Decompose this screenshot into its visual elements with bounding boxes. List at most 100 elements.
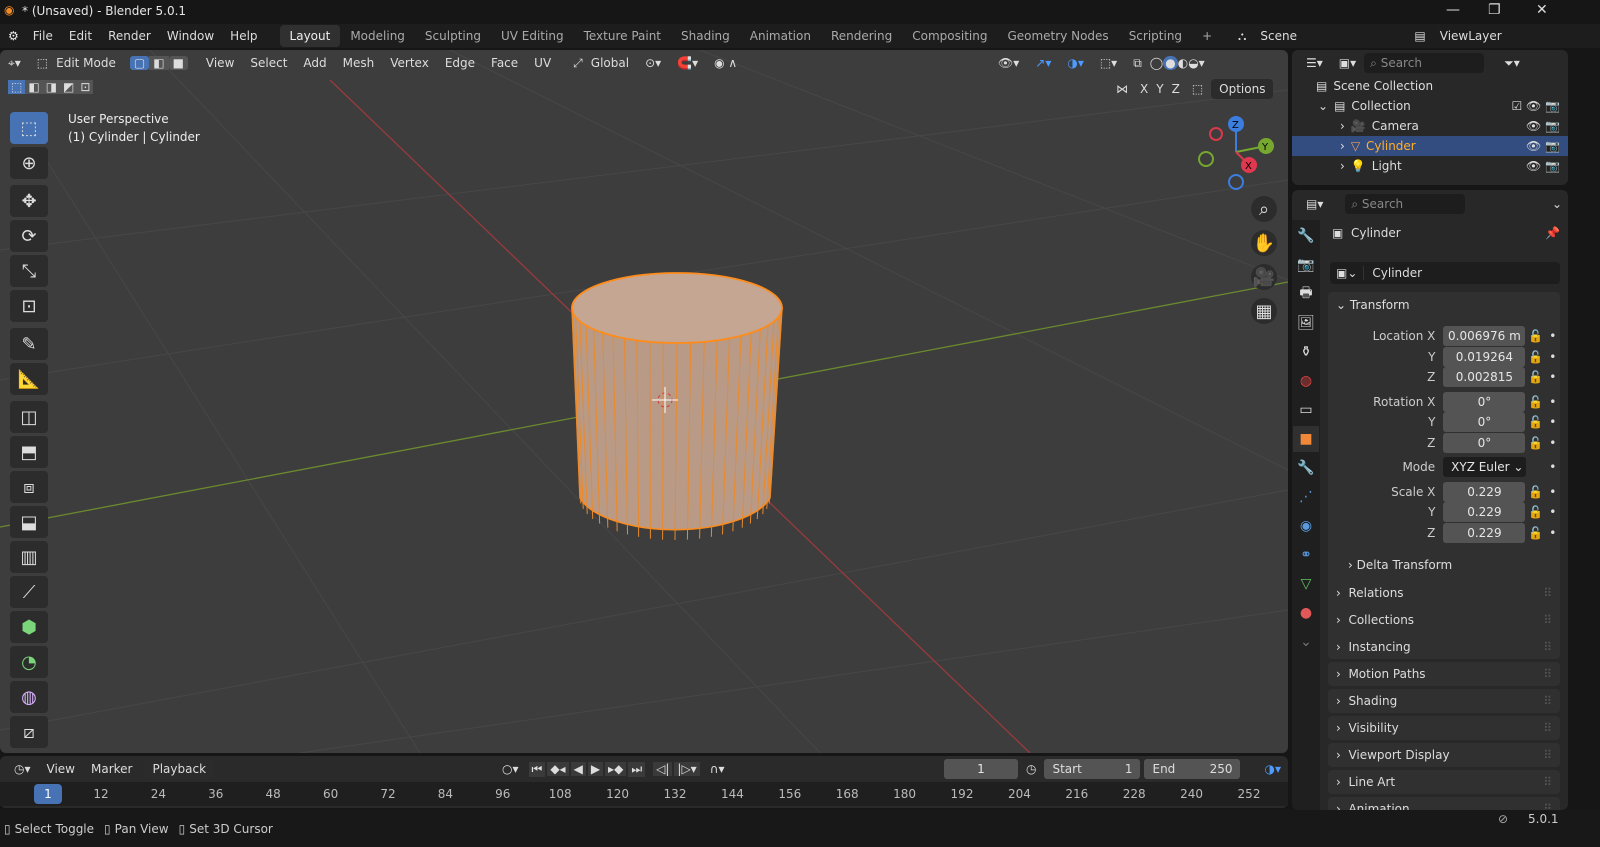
rotation-y-field[interactable]: 0° (1443, 412, 1526, 433)
shading-wireframe-icon[interactable]: ◯ (1150, 56, 1163, 70)
proportional-edit-icon[interactable]: ◉ ∧ (706, 52, 745, 74)
menu-render[interactable]: Render (100, 24, 159, 48)
outliner-item-camera[interactable]: › 🎥 Camera 👁 📷 (1292, 116, 1568, 136)
menu-window[interactable]: Window (159, 24, 222, 48)
menu-uv[interactable]: UV (526, 52, 559, 74)
options-dropdown[interactable]: Options (1211, 79, 1274, 99)
location-z-field[interactable]: 0.002815 (1443, 367, 1526, 388)
tab-compositing[interactable]: Compositing (902, 25, 997, 47)
outliner-item-collection[interactable]: ⌄ ▤ Collection ☑ 👁 📷 (1292, 96, 1568, 116)
jump-end-icon[interactable]: ⏭ (628, 761, 646, 777)
mode-icon[interactable]: ⬚ (29, 52, 56, 74)
tab-sculpting[interactable]: Sculpting (415, 25, 491, 47)
drag-handle-icon[interactable]: ⠿ (1543, 613, 1560, 627)
delta-transform-subpanel[interactable]: › Delta Transform (1328, 553, 1560, 577)
render-tab-icon[interactable]: 📷 (1293, 252, 1319, 278)
options-chevron-icon[interactable]: ⌄ (1552, 197, 1562, 211)
rotation-x-field[interactable]: 0° (1443, 391, 1526, 412)
shading-rendered-icon[interactable]: ◒▾ (1188, 56, 1205, 70)
view-layer-icon[interactable]: ▤ (1408, 29, 1431, 43)
lock-icon[interactable]: 🔓 (1525, 370, 1545, 384)
object-tab-icon[interactable]: ■ (1293, 426, 1319, 452)
menu-vertex[interactable]: Vertex (382, 52, 437, 74)
navigation-gizmo[interactable]: Z Y X (1192, 112, 1282, 192)
tool-tab-icon[interactable]: 🔧 (1293, 223, 1319, 249)
filter-icon[interactable]: ⏷▾ (1496, 52, 1528, 74)
drag-handle-icon[interactable]: ⠿ (1543, 775, 1560, 789)
jump-keyframe-back-icon[interactable]: ◆◂ (547, 762, 569, 776)
timeline-editor-type-icon[interactable]: ◷▾ (6, 758, 39, 780)
scene-icon[interactable]: ⛬ (1232, 29, 1252, 44)
drag-handle-icon[interactable]: ⠿ (1543, 667, 1560, 681)
zoom-icon[interactable]: ⌕ (1251, 196, 1277, 222)
lock-icon[interactable]: 🔓 (1525, 395, 1545, 409)
gizmo-z[interactable]: Z (1232, 120, 1239, 131)
rotation-z-field[interactable]: 0° (1443, 432, 1526, 453)
scale-tool-icon[interactable]: ⤡ (10, 255, 48, 287)
transform-tool-icon[interactable]: ⊡ (10, 290, 48, 322)
keyframe-dot-icon[interactable]: • (1545, 415, 1560, 429)
timeline-menu-playback[interactable]: Playback (144, 759, 215, 779)
frame-ruler[interactable]: 1 12 24 36 48 60 72 84 96 108 120 132 144 156 168 180 19… (0, 782, 1288, 806)
menu-file[interactable]: File (25, 24, 61, 48)
scale-x-field[interactable]: 0.229 (1443, 481, 1526, 502)
extrude-tool-icon[interactable]: ⬒ (10, 436, 48, 468)
edge-select-icon[interactable]: ◧ (149, 56, 169, 70)
menu-face[interactable]: Face (483, 52, 526, 74)
gizmo-toggle-icon[interactable]: ↗▾ (1027, 52, 1059, 74)
playback-sync-icon[interactable]: ◑▾ (1256, 758, 1289, 780)
panel-animation[interactable]: › Animation ⠿ (1328, 797, 1560, 810)
panel-line-art[interactable]: › Line Art ⠿ (1328, 770, 1560, 794)
world-tab-icon[interactable]: ◍ (1293, 368, 1319, 394)
physics-tab-icon[interactable]: ◉ (1293, 513, 1319, 539)
tab-rendering[interactable]: Rendering (821, 25, 902, 47)
auto-merge-icon[interactable]: ⬚ (1184, 78, 1211, 100)
minimize-button[interactable]: — (1446, 2, 1460, 18)
menu-help[interactable]: Help (222, 24, 265, 48)
properties-search[interactable]: ⌕ Search (1345, 194, 1466, 214)
add-cube-tool-icon[interactable]: ◫ (10, 401, 48, 433)
drag-handle-icon[interactable]: ⠿ (1543, 721, 1560, 735)
pivot-icon[interactable]: ⊙▾ (637, 52, 669, 74)
xray-icon[interactable]: ⧉ (1125, 52, 1150, 74)
keyframe-dot-icon[interactable]: • (1545, 395, 1560, 409)
rotation-mode-dropdown[interactable]: XYZ Euler ⌄ (1443, 457, 1526, 478)
scene-selector[interactable]: Scene (1252, 26, 1373, 46)
ortho-grid-icon[interactable]: ▦ (1251, 298, 1277, 324)
loop-cut-tool-icon[interactable]: ▥ (10, 541, 48, 573)
select-new-icon[interactable]: ⬚ (8, 80, 26, 94)
move-tool-icon[interactable]: ✥ (10, 185, 48, 217)
play-icon[interactable]: ▶ (587, 762, 604, 776)
tab-layout[interactable]: Layout (279, 25, 341, 47)
pin-icon[interactable]: 📌 (1545, 226, 1560, 240)
close-button[interactable]: ✕ (1536, 2, 1548, 18)
auto-key-icon[interactable]: ○▾ (494, 758, 527, 780)
properties-type-icon[interactable]: ▤▾ (1298, 193, 1331, 215)
shear-tool-icon[interactable]: ⧄ (10, 716, 48, 748)
tab-uv-editing[interactable]: UV Editing (491, 25, 574, 47)
visibility-toggles[interactable]: ☑ 👁 📷 (1511, 99, 1568, 113)
pan-hand-icon[interactable]: ✋ (1251, 230, 1277, 256)
mirror-y-toggle[interactable]: Y (1152, 82, 1167, 96)
menu-edit[interactable]: Edit (61, 24, 100, 48)
tab-scripting[interactable]: Scripting (1119, 25, 1192, 47)
drag-handle-icon[interactable]: ⠿ (1543, 748, 1560, 762)
panel-viewport-display[interactable]: › Viewport Display ⠿ (1328, 743, 1560, 767)
keyframe-dot-icon[interactable]: • (1545, 329, 1560, 343)
location-y-field[interactable]: 0.019264 (1443, 346, 1526, 367)
keyframe-dot-icon[interactable]: • (1545, 460, 1560, 474)
lock-icon[interactable]: 🔓 (1525, 526, 1545, 540)
constraints-tab-icon[interactable]: ⚭ (1293, 542, 1319, 568)
lock-icon[interactable]: 🔓 (1525, 415, 1545, 429)
outliner-item-light[interactable]: › 💡 Light 👁 📷 (1292, 156, 1568, 176)
data-tab-icon[interactable]: ▽ (1293, 571, 1319, 597)
jump-start-icon[interactable]: ⏮ (528, 761, 546, 777)
timeline-menu-marker[interactable]: Marker (83, 758, 140, 780)
location-x-field[interactable]: 0.006976 m (1443, 326, 1526, 347)
drag-handle-icon[interactable]: ⠿ (1543, 802, 1560, 810)
keyframe-dot-icon[interactable]: • (1545, 485, 1560, 499)
snap-icon[interactable]: 🧲▾ (669, 52, 706, 74)
transform-orientation-selector[interactable]: Global (583, 52, 637, 74)
jump-keyframe-forward-icon[interactable]: ▸◆ (605, 762, 627, 776)
vertex-select-icon[interactable]: ▢ (129, 56, 150, 70)
